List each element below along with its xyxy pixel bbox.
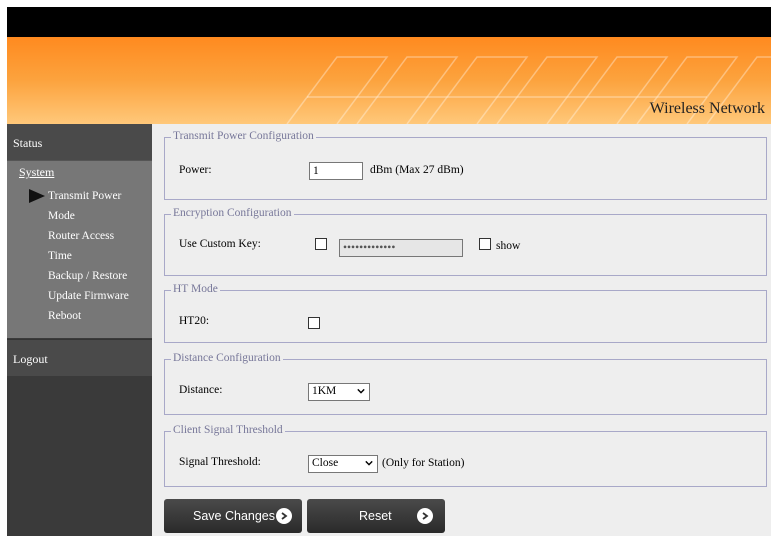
fieldset-distance: Distance Configuration Distance: 1KM xyxy=(164,352,767,415)
sidebar-system-group: System Transmit Power Mode Router Access… xyxy=(7,161,152,338)
sidebar-status-label[interactable]: Status xyxy=(13,136,42,151)
fieldset-ht-mode: HT Mode HT20: xyxy=(164,283,767,343)
ht20-checkbox[interactable] xyxy=(308,317,320,329)
signal-threshold-select[interactable]: Close xyxy=(308,455,378,473)
power-unit: dBm (Max 27 dBm) xyxy=(370,164,464,176)
distance-label: Distance: xyxy=(179,384,223,396)
chevron-down-icon xyxy=(357,388,365,394)
arrow-right-icon xyxy=(276,508,292,524)
signal-threshold-label: Signal Threshold: xyxy=(179,456,261,468)
sidebar: Status System Transmit Power Mode Router… xyxy=(7,124,152,536)
fieldset-transmit-power: Transmit Power Configuration Power: 1 dB… xyxy=(164,130,767,200)
chevron-down-icon xyxy=(365,460,373,466)
ht20-label: HT20: xyxy=(179,315,210,327)
header-banner: Wireless Network xyxy=(7,37,771,124)
legend-distance: Distance Configuration xyxy=(171,352,283,364)
show-key-label: show xyxy=(496,240,521,252)
top-bar xyxy=(7,7,771,37)
signal-threshold-select-value: Close xyxy=(312,457,339,469)
legend-transmit-power: Transmit Power Configuration xyxy=(171,130,316,142)
custom-key-input[interactable]: ••••••••••••• xyxy=(339,239,463,257)
sidebar-status[interactable]: Status xyxy=(7,124,152,161)
active-arrow-icon xyxy=(29,189,45,203)
sidebar-item-router-access[interactable]: Router Access xyxy=(48,230,114,242)
legend-signal-threshold: Client Signal Threshold xyxy=(171,424,285,436)
sidebar-item-backup-restore[interactable]: Backup / Restore xyxy=(48,270,127,282)
distance-select[interactable]: 1KM xyxy=(308,383,370,401)
arrow-right-icon xyxy=(417,508,433,524)
reset-button[interactable]: Reset xyxy=(307,499,445,533)
custom-key-checkbox[interactable] xyxy=(315,238,327,250)
save-changes-button[interactable]: Save Changes xyxy=(164,499,302,533)
sidebar-logout[interactable]: Logout xyxy=(7,339,152,376)
show-key-checkbox[interactable] xyxy=(479,238,491,250)
signal-threshold-note: (Only for Station) xyxy=(382,457,465,469)
legend-encryption: Encryption Configuration xyxy=(171,207,294,219)
reset-label: Reset xyxy=(359,509,392,523)
sidebar-system-link[interactable]: System xyxy=(19,165,54,180)
main-content: Transmit Power Configuration Power: 1 dB… xyxy=(152,124,771,536)
power-input[interactable]: 1 xyxy=(309,162,363,180)
sidebar-logout-label[interactable]: Logout xyxy=(13,352,48,367)
sidebar-item-transmit-power[interactable]: Transmit Power xyxy=(48,190,121,202)
sidebar-item-update-firmware[interactable]: Update Firmware xyxy=(48,290,129,302)
brand-title: Wireless Network xyxy=(649,100,765,117)
save-changes-label: Save Changes xyxy=(193,509,276,523)
fieldset-signal-threshold: Client Signal Threshold Signal Threshold… xyxy=(164,424,767,487)
distance-select-value: 1KM xyxy=(312,385,337,397)
fieldset-encryption: Encryption Configuration Use Custom Key:… xyxy=(164,207,767,276)
custom-key-label: Use Custom Key: xyxy=(179,238,261,250)
sidebar-item-time[interactable]: Time xyxy=(48,250,72,262)
sidebar-item-reboot[interactable]: Reboot xyxy=(48,310,81,322)
sidebar-item-mode[interactable]: Mode xyxy=(48,210,75,222)
power-label: Power: xyxy=(179,164,212,176)
legend-ht-mode: HT Mode xyxy=(171,283,220,295)
